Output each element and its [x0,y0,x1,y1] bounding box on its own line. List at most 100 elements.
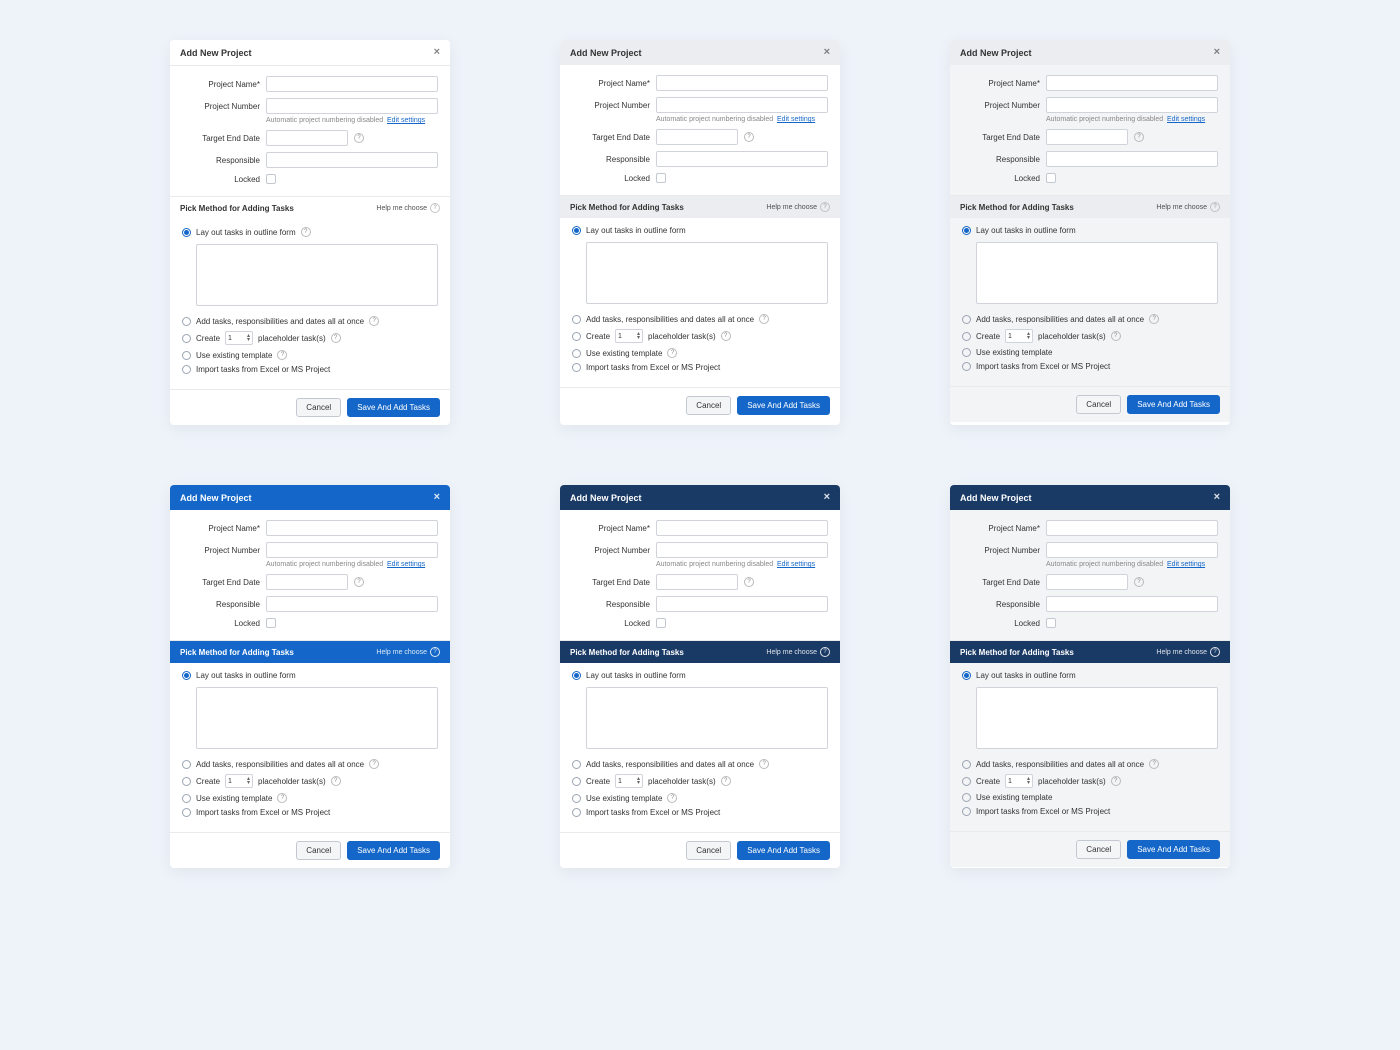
responsible-input[interactable] [656,151,828,167]
target-end-input[interactable] [656,574,738,590]
help-icon[interactable]: ? [277,793,287,803]
help-icon[interactable]: ? [1134,577,1144,587]
help-me-choose-link[interactable]: Help me choose? [1156,647,1220,657]
radio-create[interactable] [962,332,971,341]
placeholder-count-stepper[interactable]: 1▴▾ [1005,774,1033,788]
help-icon[interactable]: ? [354,133,364,143]
radio-outline[interactable] [962,226,971,235]
placeholder-count-stepper[interactable]: 1▴▾ [615,329,643,343]
radio-template[interactable] [182,794,191,803]
help-icon[interactable]: ? [1111,776,1121,786]
target-end-input[interactable] [656,129,738,145]
save-button[interactable]: Save And Add Tasks [347,398,440,417]
locked-checkbox[interactable] [656,618,666,628]
help-icon[interactable]: ? [369,316,379,326]
cancel-button[interactable]: Cancel [296,841,341,860]
project-name-input[interactable] [1046,520,1218,536]
locked-checkbox[interactable] [266,174,276,184]
radio-outline[interactable] [182,228,191,237]
radio-create[interactable] [572,777,581,786]
project-number-input[interactable] [266,98,438,114]
help-icon[interactable]: ? [759,759,769,769]
save-button[interactable]: Save And Add Tasks [347,841,440,860]
edit-settings-link[interactable]: Edit settings [777,116,815,123]
locked-checkbox[interactable] [1046,618,1056,628]
help-icon[interactable]: ? [759,314,769,324]
close-icon[interactable]: × [824,492,830,503]
placeholder-count-stepper[interactable]: 1▴▾ [615,774,643,788]
radio-all-at-once[interactable] [182,760,191,769]
help-icon[interactable]: ? [744,132,754,142]
cancel-button[interactable]: Cancel [296,398,341,417]
radio-outline[interactable] [962,671,971,680]
help-me-choose-link[interactable]: Help me choose? [376,647,440,657]
edit-settings-link[interactable]: Edit settings [387,561,425,568]
project-name-input[interactable] [656,75,828,91]
radio-create[interactable] [182,334,191,343]
help-icon[interactable]: ? [331,776,341,786]
radio-import[interactable] [572,363,581,372]
outline-textarea[interactable] [196,244,438,306]
responsible-input[interactable] [1046,596,1218,612]
outline-textarea[interactable] [586,687,828,749]
close-icon[interactable]: × [434,47,440,58]
radio-all-at-once[interactable] [182,317,191,326]
outline-textarea[interactable] [196,687,438,749]
help-icon[interactable]: ? [331,333,341,343]
responsible-input[interactable] [266,596,438,612]
save-button[interactable]: Save And Add Tasks [737,396,830,415]
radio-import[interactable] [962,807,971,816]
save-button[interactable]: Save And Add Tasks [1127,395,1220,414]
locked-checkbox[interactable] [266,618,276,628]
project-number-input[interactable] [656,97,828,113]
edit-settings-link[interactable]: Edit settings [387,117,425,124]
locked-checkbox[interactable] [1046,173,1056,183]
help-icon[interactable]: ? [744,577,754,587]
target-end-input[interactable] [1046,129,1128,145]
locked-checkbox[interactable] [656,173,666,183]
help-icon[interactable]: ? [1149,759,1159,769]
radio-outline[interactable] [572,226,581,235]
radio-all-at-once[interactable] [962,315,971,324]
radio-import[interactable] [182,365,191,374]
radio-create[interactable] [572,332,581,341]
radio-template[interactable] [572,349,581,358]
placeholder-count-stepper[interactable]: 1▴▾ [1005,329,1033,343]
responsible-input[interactable] [656,596,828,612]
radio-template[interactable] [962,348,971,357]
target-end-input[interactable] [266,130,348,146]
project-name-input[interactable] [656,520,828,536]
project-number-input[interactable] [1046,542,1218,558]
responsible-input[interactable] [266,152,438,168]
help-icon[interactable]: ? [354,577,364,587]
save-button[interactable]: Save And Add Tasks [737,841,830,860]
radio-create[interactable] [962,777,971,786]
project-number-input[interactable] [1046,97,1218,113]
radio-outline[interactable] [572,671,581,680]
project-name-input[interactable] [266,76,438,92]
cancel-button[interactable]: Cancel [686,396,731,415]
outline-textarea[interactable] [586,242,828,304]
close-icon[interactable]: × [1214,47,1220,58]
cancel-button[interactable]: Cancel [1076,840,1121,859]
outline-textarea[interactable] [976,687,1218,749]
help-me-choose-link[interactable]: Help me choose? [1156,202,1220,212]
help-icon[interactable]: ? [369,759,379,769]
help-icon[interactable]: ? [721,776,731,786]
project-number-input[interactable] [656,542,828,558]
cancel-button[interactable]: Cancel [1076,395,1121,414]
radio-outline[interactable] [182,671,191,680]
radio-template[interactable] [182,351,191,360]
help-icon[interactable]: ? [667,348,677,358]
radio-all-at-once[interactable] [572,760,581,769]
target-end-input[interactable] [1046,574,1128,590]
responsible-input[interactable] [1046,151,1218,167]
help-icon[interactable]: ? [721,331,731,341]
cancel-button[interactable]: Cancel [686,841,731,860]
help-icon[interactable]: ? [1134,132,1144,142]
help-icon[interactable]: ? [667,793,677,803]
close-icon[interactable]: × [824,47,830,58]
help-icon[interactable]: ? [277,350,287,360]
project-number-input[interactable] [266,542,438,558]
close-icon[interactable]: × [1214,492,1220,503]
